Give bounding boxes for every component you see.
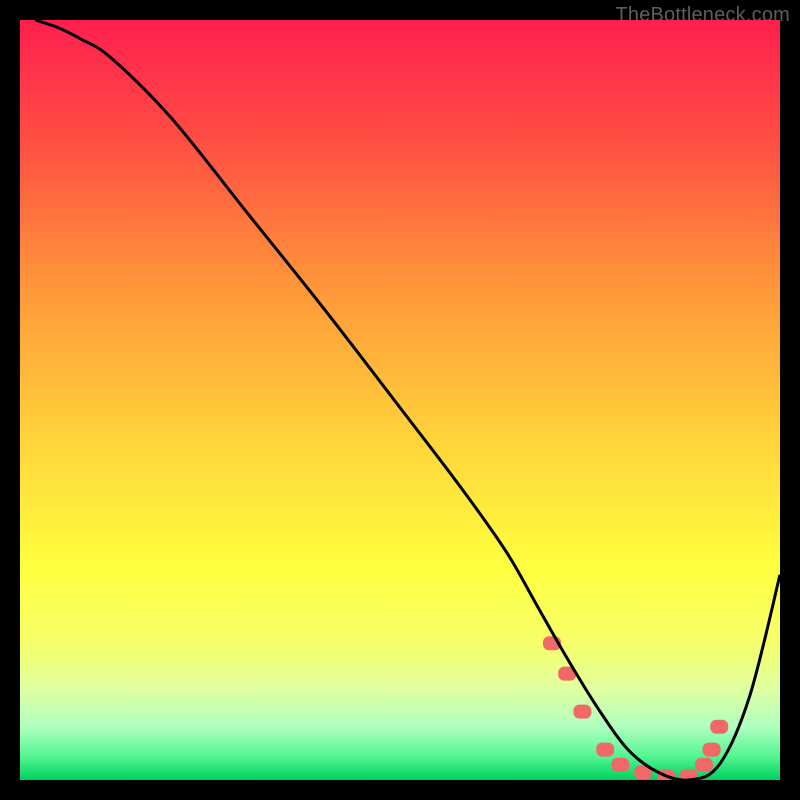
marker-dot <box>596 743 614 757</box>
marker-dot <box>695 758 713 772</box>
chart-container: TheBottleneck.com <box>0 0 800 800</box>
chart-svg <box>20 20 780 780</box>
plot-area <box>20 20 780 780</box>
marker-dot <box>611 758 629 772</box>
gradient-background <box>20 20 780 780</box>
marker-dot <box>573 705 591 719</box>
marker-dot <box>710 720 728 734</box>
marker-dot <box>703 743 721 757</box>
